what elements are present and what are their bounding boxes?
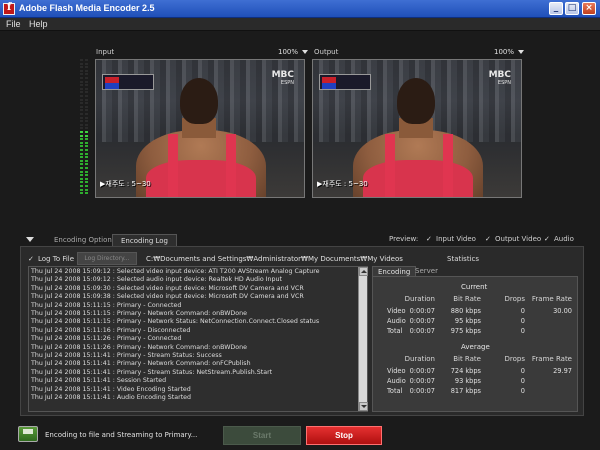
stats-cell: 0:00:07 — [409, 327, 435, 335]
stats-cell: 880 kbps — [450, 307, 481, 315]
check-icon: ✓ — [544, 235, 550, 243]
minimize-button[interactable]: _ — [549, 2, 563, 15]
log-line: Thu Jul 24 2008 15:11:15 : Primary - Net… — [31, 310, 247, 317]
input-pane-label: Input — [96, 48, 115, 56]
stats-column-header: Frame Rate — [531, 295, 572, 303]
stats-cell: 0:00:07 — [409, 387, 435, 395]
tab-encoding-log[interactable]: Encoding Log — [112, 234, 177, 246]
stats-cell: 0 — [520, 327, 525, 335]
video-caption: ▶재주도 : 5~30 — [317, 180, 368, 188]
broadcaster-logo: MBC ESPN — [488, 70, 511, 86]
stats-cell: 0 — [520, 367, 525, 375]
stats-column-header: Bit Rate — [453, 295, 481, 303]
video-caption: ▶재주도 : 5~30 — [100, 180, 151, 188]
statistics-box: Current Duration Bit Rate Drops Frame Rate Vi… — [372, 276, 578, 412]
stats-cell: 93 kbps — [454, 377, 481, 385]
broadcaster-logo: MBC ESPN — [271, 70, 294, 86]
menu-bar: File Help — [0, 18, 600, 31]
log-line: Thu Jul 24 2008 15:11:41 : Audio Encodin… — [31, 394, 192, 401]
stats-cell: 30.00 — [553, 307, 572, 315]
log-line: Thu Jul 24 2008 15:11:26 : Primary - Net… — [31, 343, 247, 351]
maximize-button[interactable]: □ — [565, 2, 579, 15]
stats-cell: 0:00:07 — [409, 317, 435, 325]
input-zoom-select[interactable]: 100% — [278, 48, 309, 56]
check-icon: ✓ — [426, 235, 432, 243]
stats-column-header: Drops — [504, 355, 526, 363]
scroll-down-icon[interactable] — [359, 402, 368, 411]
scroll-up-icon[interactable] — [359, 267, 368, 276]
stats-cell: 0 — [520, 377, 525, 385]
menu-help[interactable]: Help — [29, 19, 48, 29]
output-zoom-value: 100% — [494, 48, 515, 56]
stats-cell: 0:00:07 — [409, 307, 435, 315]
input-zoom-value: 100% — [278, 48, 299, 56]
chevron-down-icon — [302, 50, 309, 54]
output-pane-label: Output — [314, 48, 339, 56]
chevron-down-icon — [518, 50, 525, 54]
stats-cell: 95 kbps — [454, 317, 481, 325]
log-to-file-checkbox[interactable]: ✓ Log To File — [28, 255, 74, 263]
menu-file[interactable]: File — [6, 19, 21, 29]
log-line: Thu Jul 24 2008 15:09:30 : Selected vide… — [31, 284, 304, 292]
log-line: Thu Jul 24 2008 15:11:15 : Primary - Con… — [31, 301, 182, 309]
stats-cell: 0 — [520, 317, 525, 325]
stats-cell: 0:00:07 — [409, 377, 435, 385]
average-label: Average — [461, 343, 490, 351]
log-line: Thu Jul 24 2008 15:11:16 : Primary - Dis… — [31, 326, 191, 334]
status-text: Encoding to file and Streaming to Primar… — [45, 431, 198, 439]
statistics-title: Statistics — [447, 255, 479, 263]
log-line: Thu Jul 24 2008 15:11:41 : Primary - Str… — [31, 352, 222, 359]
stats-cell: 29.97 — [553, 367, 572, 375]
scoreboard-graphic — [319, 74, 371, 90]
output-video-preview: MBC ESPN ▶재주도 : 5~30 — [312, 59, 522, 198]
log-line: Thu Jul 24 2008 15:11:41 : Session Start… — [31, 377, 167, 385]
stop-button[interactable]: Stop — [306, 426, 382, 445]
check-icon: ✓ — [485, 235, 491, 243]
scoreboard-graphic — [102, 74, 154, 90]
stats-cell: 0 — [520, 307, 525, 315]
flash-app-icon — [3, 2, 15, 15]
stats-column-header: Duration — [404, 295, 435, 303]
window-title: Adobe Flash Media Encoder 2.5 — [19, 3, 155, 13]
output-zoom-select[interactable]: 100% — [494, 48, 525, 56]
stats-cell: 975 kbps — [450, 327, 481, 335]
stats-column-header: Bit Rate — [453, 355, 481, 363]
log-line: Thu Jul 24 2008 15:11:26 : Primary - Con… — [31, 335, 182, 343]
disk-save-icon — [18, 426, 38, 442]
stats-column-header: Drops — [504, 295, 526, 303]
log-line: Thu Jul 24 2008 15:11:41 : Primary - Net… — [31, 360, 251, 368]
close-button[interactable]: × — [582, 2, 596, 15]
log-line: Thu Jul 24 2008 15:11:15 : Primary - Net… — [31, 318, 320, 326]
audio-checkbox[interactable]: ✓ Audio — [544, 235, 574, 243]
log-line: Thu Jul 24 2008 15:11:41 : Video Encodin… — [31, 385, 191, 393]
audio-level-meter — [80, 59, 92, 199]
input-video-checkbox[interactable]: ✓ Input Video — [426, 235, 476, 243]
log-line: Thu Jul 24 2008 15:09:38 : Selected vide… — [31, 293, 304, 301]
current-label: Current — [461, 283, 488, 291]
title-bar: Adobe Flash Media Encoder 2.5 _ □ × — [0, 0, 600, 18]
check-icon: ✓ — [28, 255, 34, 263]
log-line: Thu Jul 24 2008 15:09:12 : Selected audi… — [31, 276, 282, 284]
output-video-checkbox[interactable]: ✓ Output Video — [485, 235, 541, 243]
log-list[interactable]: Thu Jul 24 2008 15:09:12 : Selected vide… — [28, 266, 368, 412]
preview-label: Preview: — [389, 235, 419, 243]
log-line: Thu Jul 24 2008 15:09:12 : Selected vide… — [31, 268, 320, 275]
stats-column-header: Frame Rate — [531, 355, 572, 363]
start-button[interactable]: Start — [223, 426, 301, 445]
stats-cell: 0:00:07 — [409, 367, 435, 375]
log-directory-button[interactable]: Log Directory... — [77, 252, 137, 265]
input-video-preview: MBC ESPN ▶재주도 : 5~30 — [95, 59, 305, 198]
stats-column-header: Duration — [404, 355, 435, 363]
log-path: C:₩Documents and Settings₩Administrator₩… — [146, 255, 403, 263]
stats-cell: 0 — [520, 387, 525, 395]
log-scrollbar[interactable] — [358, 267, 368, 411]
log-line: Thu Jul 24 2008 15:11:41 : Primary - Str… — [31, 368, 273, 376]
stats-cell: 817 kbps — [450, 387, 481, 395]
stats-cell: 724 kbps — [450, 367, 481, 375]
